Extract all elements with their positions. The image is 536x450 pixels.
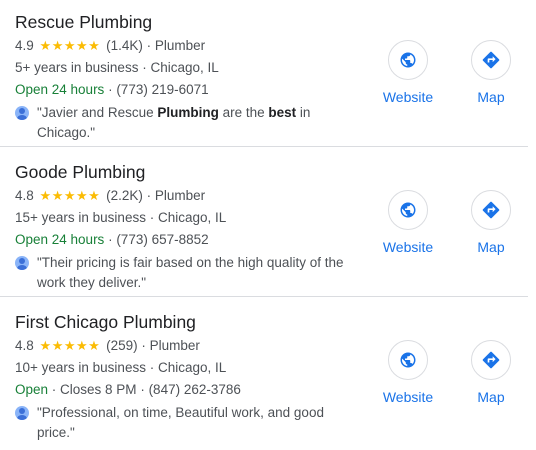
user-avatar-icon <box>15 406 29 420</box>
rating-line: 4.8 ★★★★★ (259) · Plumber <box>15 338 200 353</box>
years-in-business: 15+ years in business <box>15 210 146 225</box>
website-button[interactable]: Website <box>378 340 438 405</box>
review-count[interactable]: (2.2K) <box>106 188 143 203</box>
years-line: 10+ years in business · Chicago, IL <box>15 360 227 375</box>
review-text: are the <box>218 105 269 120</box>
hours-line: Open 24 hours · (773) 219-6071 <box>15 82 209 97</box>
website-label: Website <box>382 89 434 105</box>
rating-value: 4.9 <box>15 38 34 53</box>
map-button[interactable]: Map <box>461 40 521 105</box>
hours-line: Open · Closes 8 PM · (847) 262-3786 <box>15 382 241 397</box>
map-label: Map <box>477 239 505 255</box>
phone-number: (773) 657-8852 <box>116 232 209 247</box>
rating-line: 4.8 ★★★★★ (2.2K) · Plumber <box>15 188 206 203</box>
result-item-0: Rescue Plumbing 4.9 ★★★★★ (1.4K) · Plumb… <box>0 0 536 150</box>
category: Plumber <box>149 338 200 353</box>
rating-stars: ★★★★★ <box>39 38 101 53</box>
closing-time: Closes 8 PM <box>60 382 137 397</box>
city: Chicago, IL <box>157 210 227 225</box>
globe-icon <box>400 352 416 368</box>
open-status: Open 24 hours <box>15 82 105 97</box>
phone-number: (773) 219-6071 <box>116 82 209 97</box>
review-highlight: Plumbing <box>157 105 219 120</box>
years-in-business: 10+ years in business <box>15 360 146 375</box>
map-button[interactable]: Map <box>461 190 521 255</box>
rating-value: 4.8 <box>15 188 34 203</box>
result-item-2: First Chicago Plumbing 4.8 ★★★★★ (259) ·… <box>0 296 536 450</box>
review-snippet: "Their pricing is fair based on the high… <box>15 253 345 293</box>
globe-icon <box>400 52 416 68</box>
review-highlight: best <box>268 105 297 120</box>
city: Chicago, IL <box>150 60 219 75</box>
user-avatar-icon <box>15 106 29 120</box>
review-count[interactable]: (1.4K) <box>106 38 143 53</box>
review-text: "Professional, on time, Beautiful work, … <box>37 405 324 440</box>
map-button[interactable]: Map <box>461 340 521 405</box>
review-count[interactable]: (259) <box>106 338 138 353</box>
business-name[interactable]: First Chicago Plumbing <box>15 312 196 333</box>
open-status: Open 24 hours <box>15 232 105 247</box>
website-label: Website <box>382 389 434 405</box>
website-button[interactable]: Website <box>378 40 438 105</box>
result-item-1: Goode Plumbing 4.8 ★★★★★ (2.2K) · Plumbe… <box>0 146 536 300</box>
hours-line: Open 24 hours · (773) 657-8852 <box>15 232 209 247</box>
rating-stars: ★★★★★ <box>39 338 101 353</box>
years-in-business: 5+ years in business <box>15 60 139 75</box>
city: Chicago, IL <box>157 360 227 375</box>
directions-icon <box>482 351 500 369</box>
website-label: Website <box>382 239 434 255</box>
directions-icon <box>482 201 500 219</box>
directions-icon <box>482 51 500 69</box>
business-name[interactable]: Rescue Plumbing <box>15 12 152 33</box>
review-text: "Their pricing is fair based on the high… <box>37 255 344 290</box>
review-snippet: "Professional, on time, Beautiful work, … <box>15 403 345 443</box>
years-line: 15+ years in business · Chicago, IL <box>15 210 227 225</box>
open-status: Open <box>15 382 49 397</box>
rating-value: 4.8 <box>15 338 34 353</box>
review-text: "Javier and Rescue <box>37 105 158 120</box>
phone-number: (847) 262-3786 <box>148 382 241 397</box>
review-snippet: "Javier and Rescue Plumbing are the best… <box>15 103 345 143</box>
years-line: 5+ years in business · Chicago, IL <box>15 60 219 75</box>
rating-stars: ★★★★★ <box>39 188 101 203</box>
website-button[interactable]: Website <box>378 190 438 255</box>
local-results-list: Rescue Plumbing 4.9 ★★★★★ (1.4K) · Plumb… <box>0 0 536 450</box>
category: Plumber <box>154 188 206 203</box>
map-label: Map <box>477 89 505 105</box>
rating-line: 4.9 ★★★★★ (1.4K) · Plumber <box>15 38 206 53</box>
category: Plumber <box>154 38 206 53</box>
globe-icon <box>400 202 416 218</box>
business-name[interactable]: Goode Plumbing <box>15 162 145 183</box>
map-label: Map <box>477 389 505 405</box>
user-avatar-icon <box>15 256 29 270</box>
